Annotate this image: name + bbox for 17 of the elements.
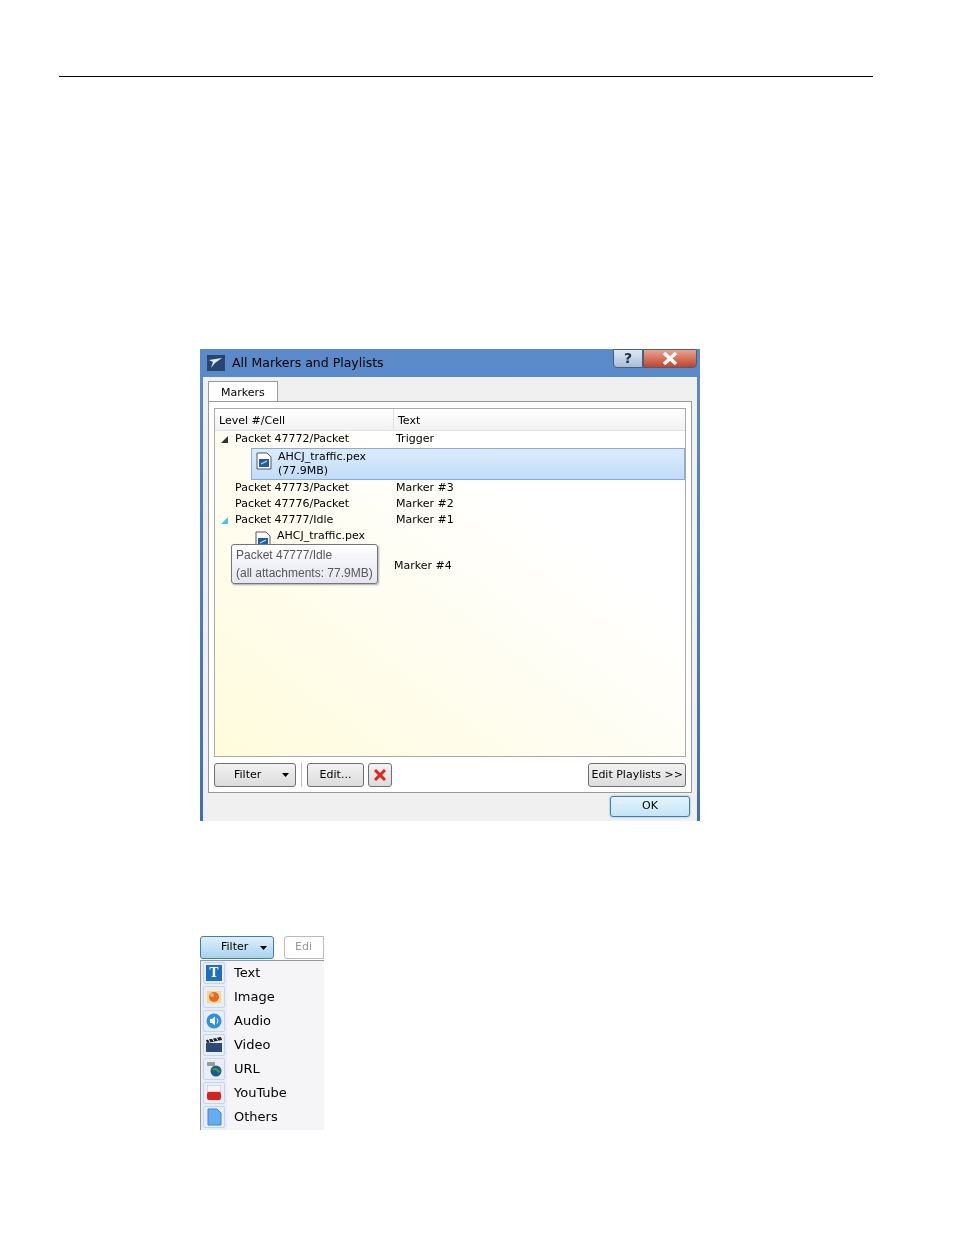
text-icon: T bbox=[203, 962, 225, 984]
tree-cell: Marker #3 bbox=[396, 480, 454, 494]
tree-cell: Marker #4 bbox=[394, 559, 452, 572]
tree-cell: Packet 47773/Packet bbox=[235, 479, 350, 496]
column-heading: Level #/Cell bbox=[218, 413, 287, 429]
tree-cell: Packet 47776/Packet bbox=[235, 495, 350, 512]
column-heading: Text bbox=[393, 409, 425, 430]
tree-cell: Packet 47772/Packet bbox=[235, 431, 350, 447]
tooltip-text: Packet 47777/Idle bbox=[236, 547, 334, 564]
tooltip-text: (all attachments: 77.9MB) bbox=[236, 565, 373, 582]
tree-cell: AHCJ_traffic.pex (77.9MB) bbox=[278, 448, 367, 479]
tree-cell: AHCJ_traffic.pex bbox=[277, 528, 366, 544]
tree-cell: Marker #2 bbox=[396, 496, 454, 510]
tree-cell: Trigger bbox=[396, 432, 434, 445]
window-title: All Markers and Playlists bbox=[232, 353, 384, 372]
tree-cell: Marker #1 bbox=[396, 512, 454, 526]
tree-cell: Packet 47777/Idle bbox=[235, 511, 334, 528]
